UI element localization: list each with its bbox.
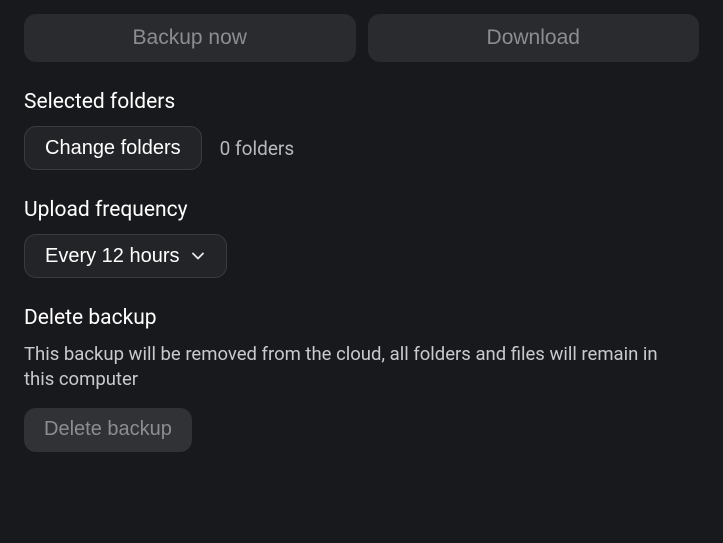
delete-backup-button[interactable]: Delete backup (24, 408, 192, 452)
selected-folders-section: Selected folders Change folders 0 folder… (24, 90, 699, 170)
upload-frequency-value: Every 12 hours (45, 245, 180, 268)
upload-frequency-select[interactable]: Every 12 hours (24, 234, 227, 278)
upload-frequency-title: Upload frequency (24, 198, 699, 222)
delete-backup-title: Delete backup (24, 306, 699, 330)
upload-frequency-section: Upload frequency Every 12 hours (24, 198, 699, 278)
delete-backup-section: Delete backup This backup will be remove… (24, 306, 699, 452)
change-folders-button[interactable]: Change folders (24, 126, 202, 170)
backup-now-button[interactable]: Backup now (24, 14, 356, 62)
folder-count-text: 0 folders (220, 137, 295, 160)
download-button[interactable]: Download (368, 14, 700, 62)
selected-folders-title: Selected folders (24, 90, 699, 114)
delete-backup-description: This backup will be removed from the clo… (24, 342, 684, 392)
top-actions-row: Backup now Download (24, 14, 699, 62)
chevron-down-icon (190, 248, 206, 264)
